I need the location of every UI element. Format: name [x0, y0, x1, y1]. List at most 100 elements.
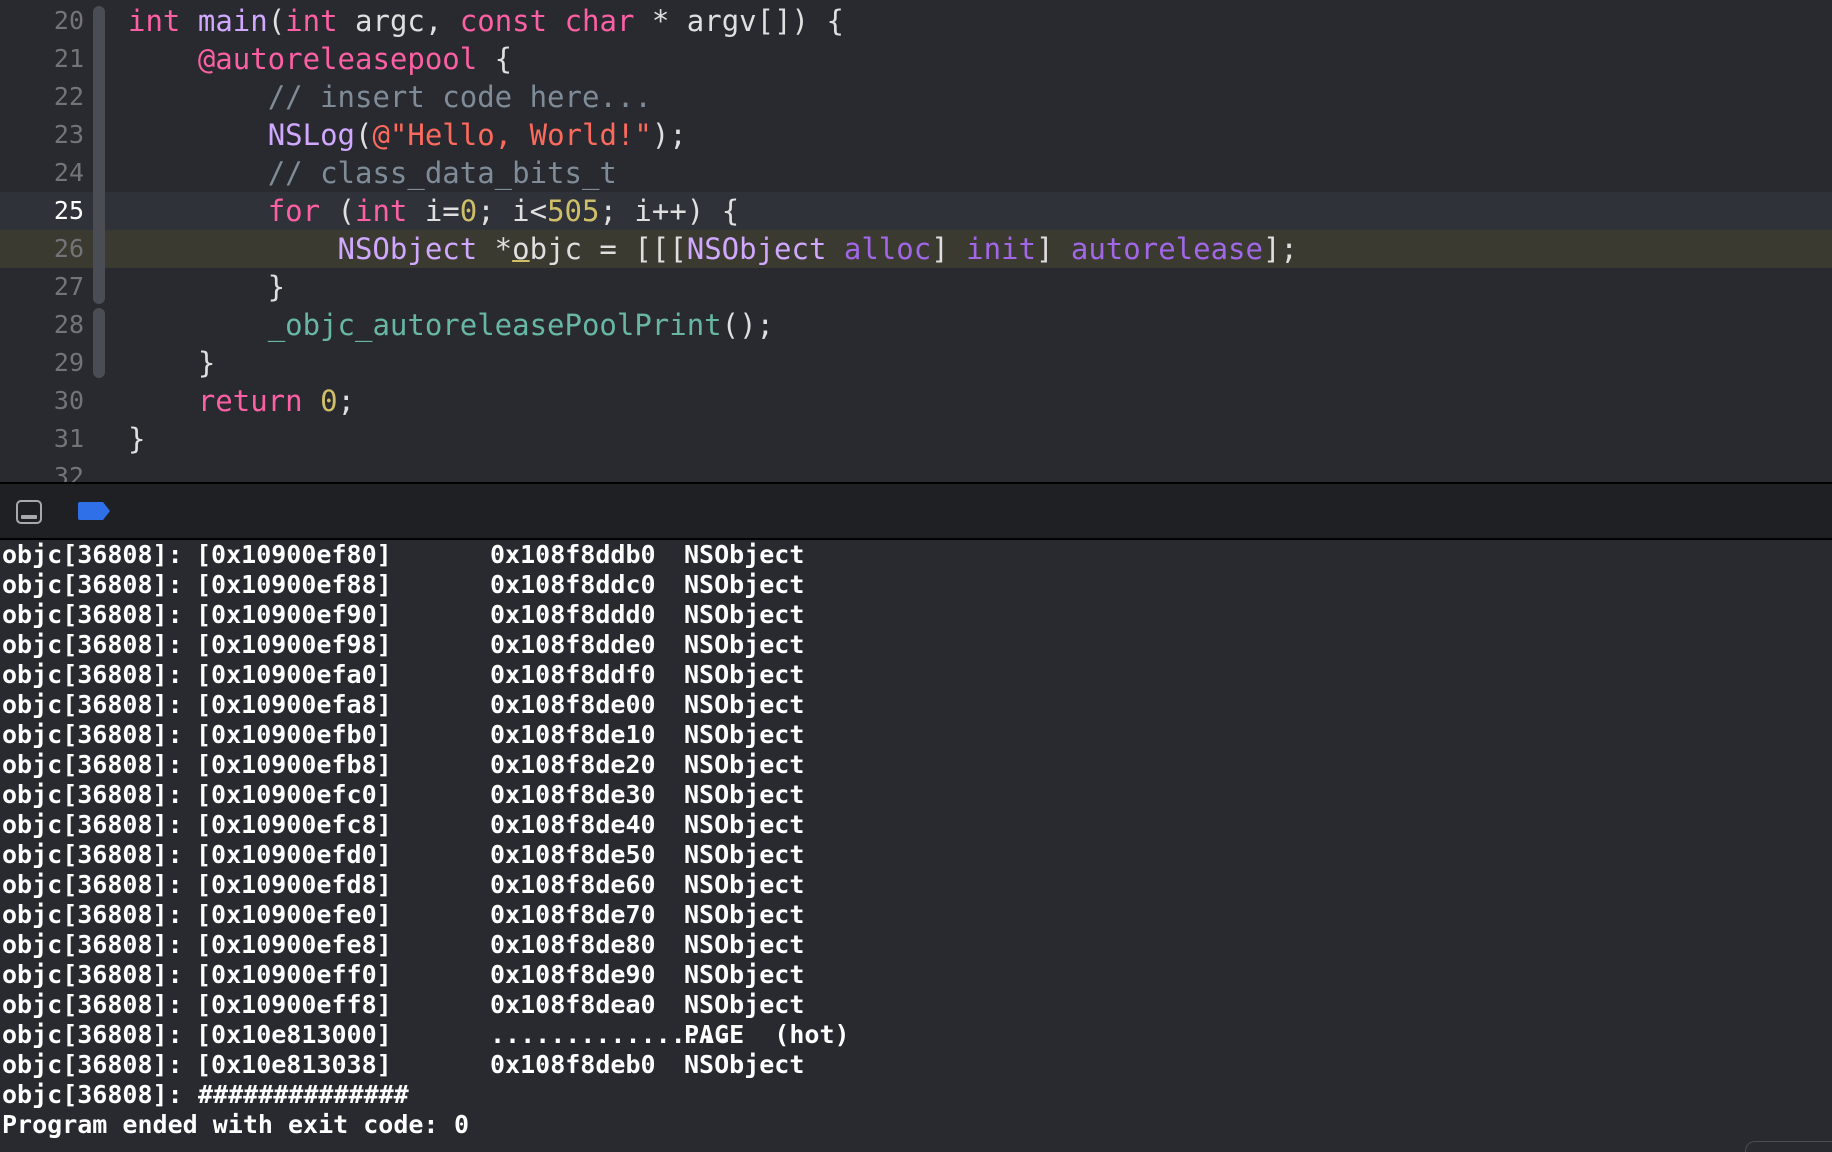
code-token: return	[197, 384, 303, 418]
code-token: i=	[407, 194, 460, 228]
code-line[interactable]: 28 _objc_autoreleasePoolPrint();	[0, 306, 1832, 344]
log-prefix: Program ended with exit code:	[2, 1110, 439, 1139]
pool-address: [0x10900efc8]	[196, 810, 392, 839]
code-line[interactable]: 26 NSObject *objc = [[[NSObject alloc] i…	[0, 230, 1832, 268]
object-class: NSObject	[684, 690, 805, 719]
pool-address: [0x10900efd0]	[196, 840, 392, 869]
object-address: 0x108f8de20	[490, 750, 656, 779]
code-text: int main(int argc, const char * argv[]) …	[128, 2, 844, 40]
code-line[interactable]: 24 // class_data_bits_t	[0, 154, 1832, 192]
code-token: (	[320, 194, 355, 228]
console-line: objc[36808]: [0x10900ef98] 0x108f8dde0 NSOb…	[2, 630, 1832, 660]
console-line: objc[36808]: [0x10900efb8] 0x108f8de20 NSOb…	[2, 750, 1832, 780]
code-text: }	[128, 344, 215, 382]
log-prefix: objc[36808]:	[2, 990, 183, 1019]
breakpoints-toggle-icon[interactable]	[78, 502, 110, 520]
object-address: 0x108f8de80	[490, 930, 656, 959]
object-class: NSObject	[684, 840, 805, 869]
code-token: autorelease	[1070, 232, 1263, 266]
debug-bar	[0, 482, 1832, 540]
object-address: 0x108f8de70	[490, 900, 656, 929]
code-token: char	[564, 4, 635, 38]
code-token: o	[512, 232, 530, 266]
line-number: 25	[53, 196, 84, 225]
log-prefix: objc[36808]:	[2, 570, 183, 599]
code-line[interactable]: 22 // insert code here...	[0, 78, 1832, 116]
code-line[interactable]: 29 }	[0, 344, 1832, 382]
change-bar[interactable]	[93, 308, 105, 378]
code-text: }	[128, 268, 285, 306]
pool-address: [0x10900efe8]	[196, 930, 392, 959]
code-token: bjc = [[[	[529, 232, 687, 266]
code-token: @"Hello, World!"	[372, 118, 652, 152]
code-token: 505	[547, 194, 600, 228]
code-line[interactable]: 23 NSLog(@"Hello, World!");	[0, 116, 1832, 154]
object-address: 0x108f8de40	[490, 810, 656, 839]
line-number: 24	[53, 158, 84, 187]
pool-address: [0x10900efa0]	[196, 660, 392, 689]
log-prefix: objc[36808]:	[2, 810, 183, 839]
object-address: 0x108f8dde0	[490, 630, 656, 659]
log-prefix: objc[36808]:	[2, 930, 183, 959]
object-address: 0x108f8dea0	[490, 990, 656, 1019]
code-token: int	[355, 194, 408, 228]
log-prefix: objc[36808]:	[2, 720, 183, 749]
object-class: NSObject	[684, 780, 805, 809]
console-line: objc[36808]: [0x10900efd8] 0x108f8de60 NSOb…	[2, 870, 1832, 900]
code-line[interactable]: 20 int main(int argc, const char * argv[]…	[0, 2, 1832, 40]
console-line: objc[36808]: [0x10900efd0] 0x108f8de50 NSOb…	[2, 840, 1832, 870]
pool-address: [0x10900efe0]	[196, 900, 392, 929]
code-line[interactable]: 21 @autoreleasepool {	[0, 40, 1832, 78]
source-editor[interactable]: 20 int main(int argc, const char * argv[]…	[0, 0, 1832, 482]
code-token: }	[128, 346, 216, 380]
pool-address: [0x10e813038]	[196, 1050, 392, 1079]
code-text: return 0;	[128, 382, 355, 420]
code-text: NSObject *objc = [[[NSObject alloc] init…	[128, 230, 1298, 268]
change-bar[interactable]	[93, 6, 105, 304]
log-prefix: objc[36808]:	[2, 690, 183, 719]
log-prefix: objc[36808]:	[2, 870, 183, 899]
code-token: * argv[]) {	[634, 4, 844, 38]
code-token: alloc	[843, 232, 932, 266]
code-token: 0	[459, 194, 478, 228]
pool-address: [0x10900efc0]	[196, 780, 392, 809]
code-token: NSObject	[337, 232, 478, 266]
code-token: }	[128, 422, 146, 456]
code-line[interactable]: 27 }	[0, 268, 1832, 306]
pool-address: [0x10900efd8]	[196, 870, 392, 899]
line-number: 30	[53, 386, 84, 415]
line-number: 23	[53, 120, 84, 149]
console-output[interactable]: objc[36808]: [0x10900ef80] 0x108f8ddb0 NSOb…	[0, 540, 1832, 1152]
object-class: NSObject	[684, 810, 805, 839]
object-class: NSObject	[684, 870, 805, 899]
code-token: ]	[931, 232, 967, 266]
log-tail: ##############	[198, 1080, 409, 1109]
code-line[interactable]: 25 for (int i=0; i<505; i++) {	[0, 192, 1832, 230]
object-address: 0x108f8de90	[490, 960, 656, 989]
code-token: int	[128, 4, 181, 38]
log-prefix: objc[36808]:	[2, 1050, 183, 1079]
log-prefix: objc[36808]:	[2, 900, 183, 929]
log-prefix: objc[36808]:	[2, 540, 183, 569]
pool-address: [0x10900ef88]	[196, 570, 392, 599]
console-line: objc[36808]: [0x10900efc8] 0x108f8de40 NSOb…	[2, 810, 1832, 840]
code-token: init	[966, 232, 1036, 266]
object-address: 0x108f8de00	[490, 690, 656, 719]
code-token: // insert code here...	[267, 80, 652, 114]
hide-debug-area-icon[interactable]	[16, 500, 42, 524]
code-token: for	[267, 194, 321, 228]
code-token: *	[477, 232, 513, 266]
code-line[interactable]: 30 return 0;	[0, 382, 1832, 420]
object-address: 0x108f8ddf0	[490, 660, 656, 689]
log-prefix: objc[36808]:	[2, 840, 183, 869]
pool-address: [0x10900eff0]	[196, 960, 392, 989]
code-text: }	[128, 420, 145, 458]
code-line[interactable]: 31}	[0, 420, 1832, 458]
code-line[interactable]: 32	[0, 458, 1832, 482]
object-class: NSObject	[684, 960, 805, 989]
code-text: // insert code here...	[128, 78, 652, 116]
